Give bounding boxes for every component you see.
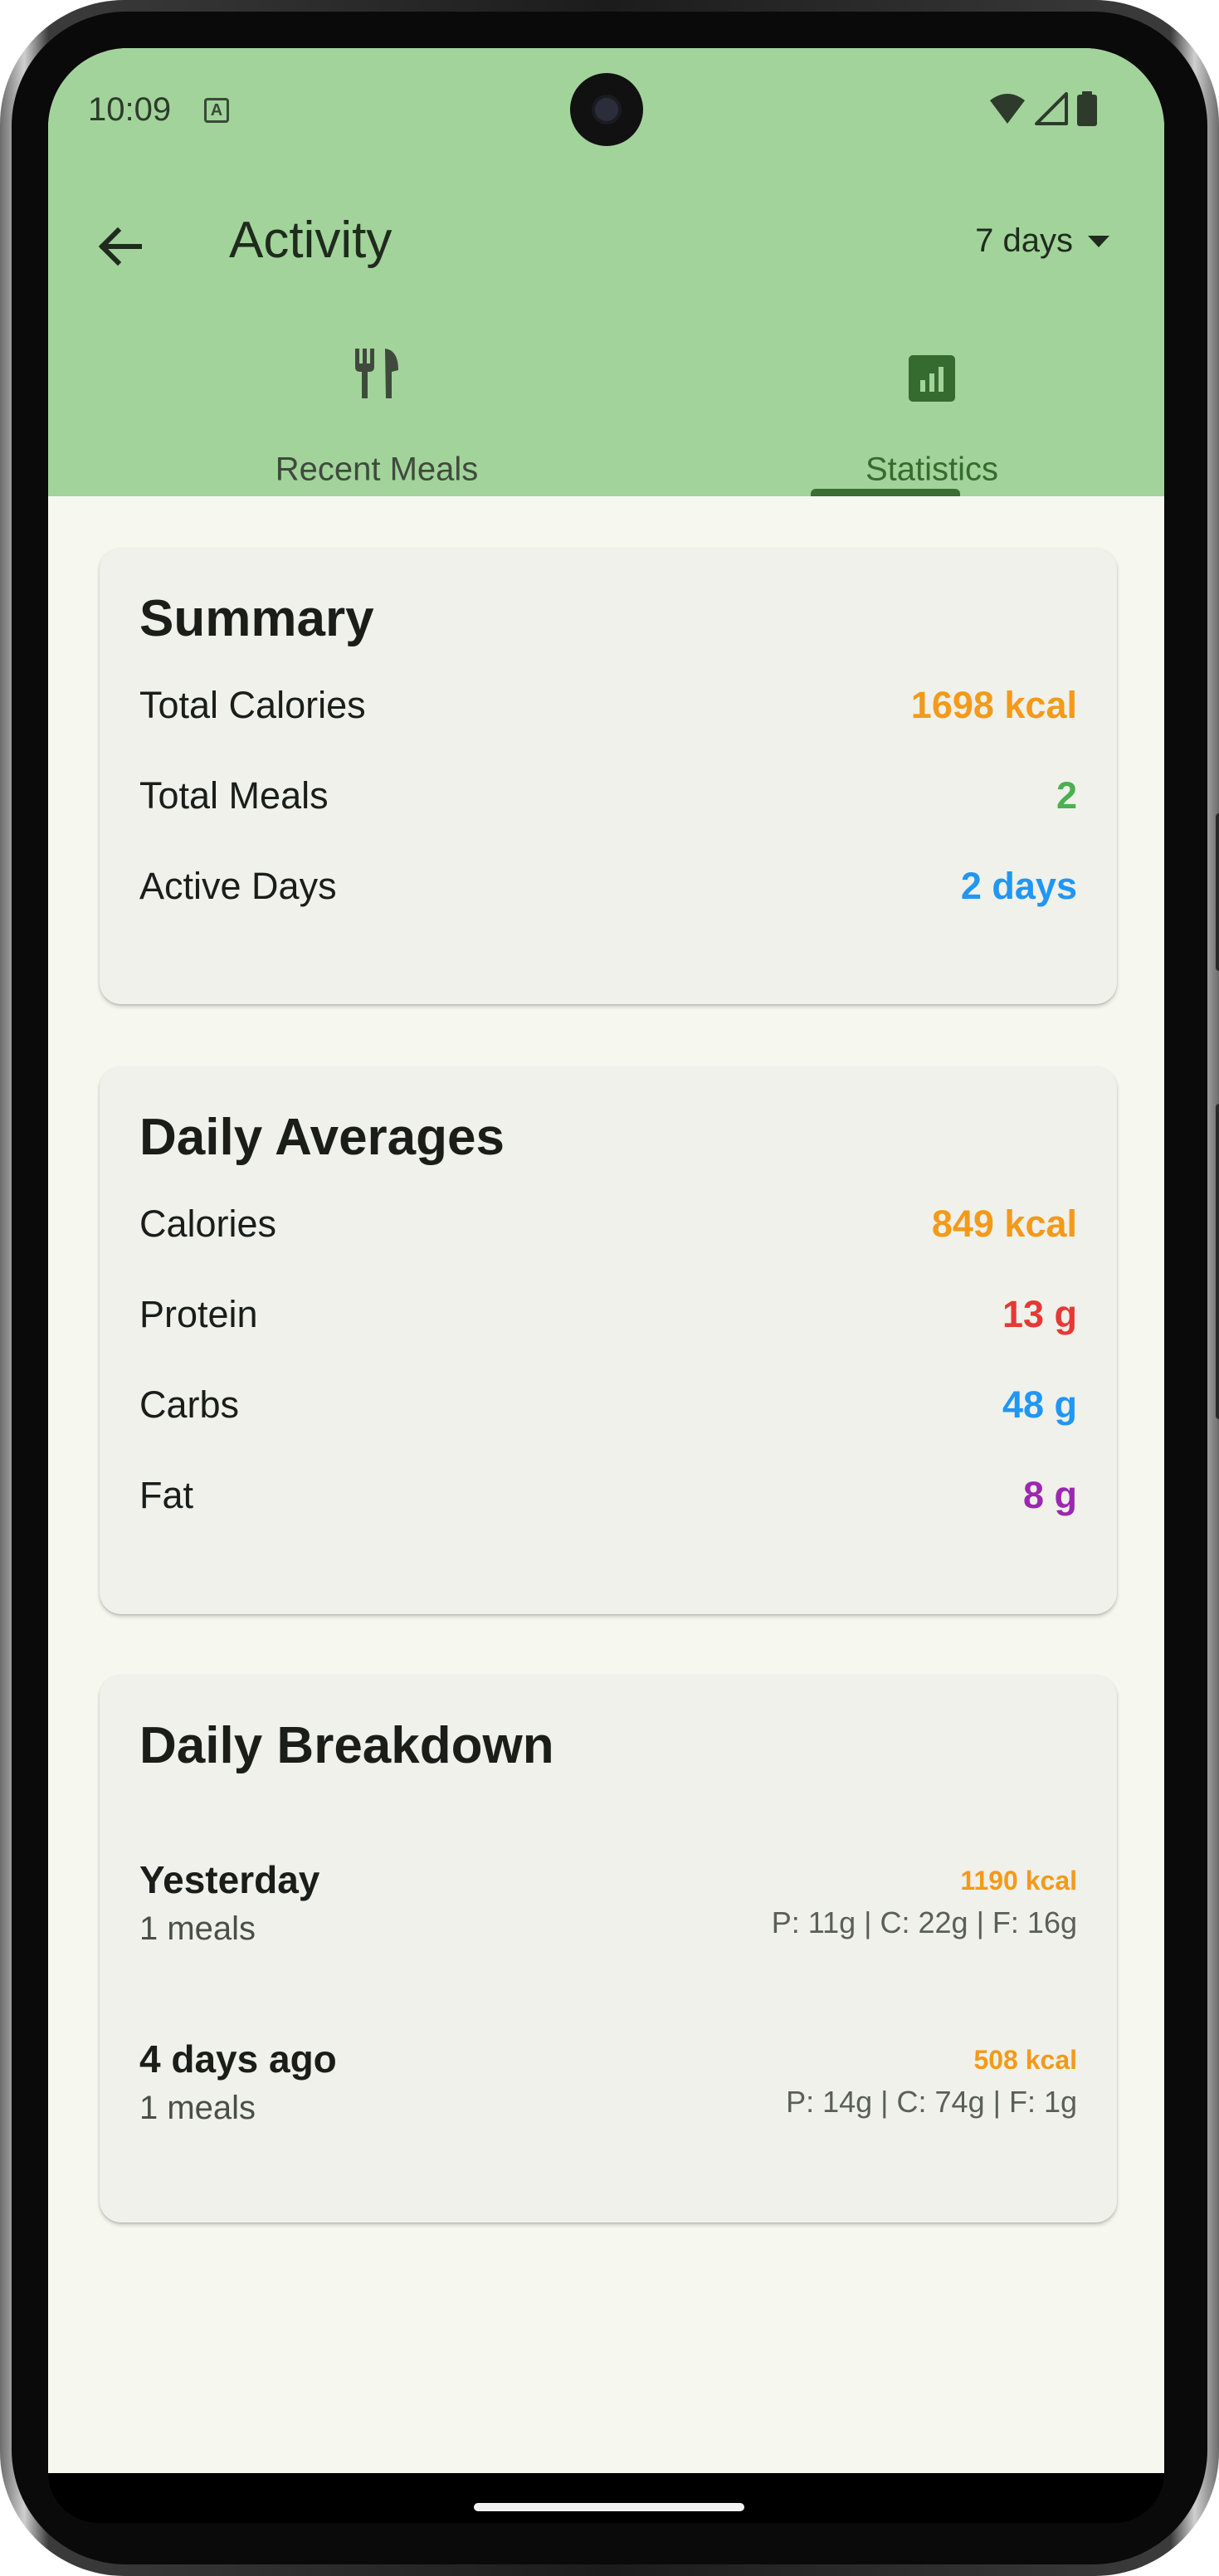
summary-card: Summary Total Calories 1698 kcal Total M… (100, 548, 1117, 1004)
daily-breakdown-card: Daily Breakdown Yesterday 1 meals 1190 k… (100, 1675, 1117, 2222)
average-row-fat: Fat 8 g (139, 1471, 1077, 1520)
power-button (1216, 813, 1219, 971)
breakdown-day-name: Yesterday (139, 1858, 320, 1901)
period-dropdown-label: 7 days (975, 222, 1073, 259)
daily-averages-card: Daily Averages Calories 849 kcal Protein… (100, 1066, 1117, 1614)
volume-button (1216, 1104, 1219, 1419)
arrow-back-icon (98, 227, 142, 266)
average-row-label: Calories (139, 1203, 277, 1245)
average-row-label: Fat (139, 1474, 194, 1516)
daily-averages-title: Daily Averages (139, 1109, 505, 1166)
daily-breakdown-title: Daily Breakdown (139, 1717, 554, 1774)
summary-row-value: 1698 kcal (910, 684, 1077, 726)
front-camera (570, 73, 643, 146)
summary-row-label: Total Calories (139, 684, 366, 726)
bottom-bezel (48, 2473, 1164, 2523)
summary-row-label: Active Days (139, 865, 337, 907)
breakdown-day-name: 4 days ago (139, 2037, 337, 2081)
breakdown-day-kcal: 1190 kcal (960, 1866, 1077, 1895)
average-row-value: 48 g (1002, 1383, 1077, 1426)
status-icons (988, 91, 1098, 126)
average-row-protein: Protein 13 g (139, 1290, 1077, 1339)
average-row-label: Protein (139, 1293, 258, 1335)
app-header: 10:09 A Activity 7 days Recent Meals Sta… (48, 48, 1164, 496)
summary-row-value: 2 days (960, 865, 1077, 907)
breakdown-day-row: Yesterday 1 meals 1190 kcal P: 11g | C: … (139, 1857, 1077, 1973)
breakdown-day-macros: P: 11g | C: 22g | F: 16g (771, 1905, 1077, 1939)
summary-row-value: 2 (1056, 774, 1077, 817)
breakdown-day-meals: 1 meals (139, 2090, 256, 2126)
average-row-value: 8 g (1022, 1474, 1077, 1516)
app-screen: 10:09 A Activity 7 days Recent Meals Sta… (48, 48, 1164, 2473)
average-row-calories: Calories 849 kcal (139, 1199, 1077, 1249)
summary-row-active-days: Active Days 2 days (139, 861, 1077, 911)
keyboard-indicator-icon: A (204, 98, 229, 123)
wifi-icon (990, 94, 1025, 124)
summary-row-total-meals: Total Meals 2 (139, 771, 1077, 821)
average-row-carbs: Carbs 48 g (139, 1380, 1077, 1430)
summary-row-total-calories: Total Calories 1698 kcal (139, 681, 1077, 730)
summary-row-label: Total Meals (139, 774, 329, 817)
home-indicator[interactable] (474, 2503, 744, 2511)
average-row-label: Carbs (139, 1383, 240, 1426)
battery-icon (1077, 91, 1097, 126)
summary-title: Summary (139, 590, 374, 647)
breakdown-day-kcal: 508 kcal (973, 2045, 1077, 2075)
breakdown-day-macros: P: 14g | C: 74g | F: 1g (786, 2085, 1077, 2119)
average-row-value: 849 kcal (931, 1203, 1077, 1245)
tab-recent-meals-label: Recent Meals (275, 451, 479, 488)
breakdown-day-row: 4 days ago 1 meals 508 kcal P: 14g | C: … (139, 2037, 1077, 2153)
dropdown-arrow-icon (1088, 235, 1109, 247)
tab-statistics-label: Statistics (865, 451, 999, 488)
status-time: 10:09 (88, 91, 172, 128)
fork-knife-icon (355, 349, 398, 398)
tab-statistics[interactable]: Statistics (758, 347, 1106, 496)
tab-indicator (811, 489, 960, 496)
back-button[interactable] (91, 217, 149, 276)
tab-recent-meals[interactable]: Recent Meals (202, 347, 551, 496)
bar-chart-icon (909, 355, 955, 402)
page-title: Activity (229, 212, 393, 269)
period-dropdown[interactable]: 7 days (975, 222, 1111, 260)
breakdown-day-meals: 1 meals (139, 1910, 256, 1947)
average-row-value: 13 g (1002, 1293, 1077, 1335)
cell-signal-icon (1035, 92, 1068, 125)
